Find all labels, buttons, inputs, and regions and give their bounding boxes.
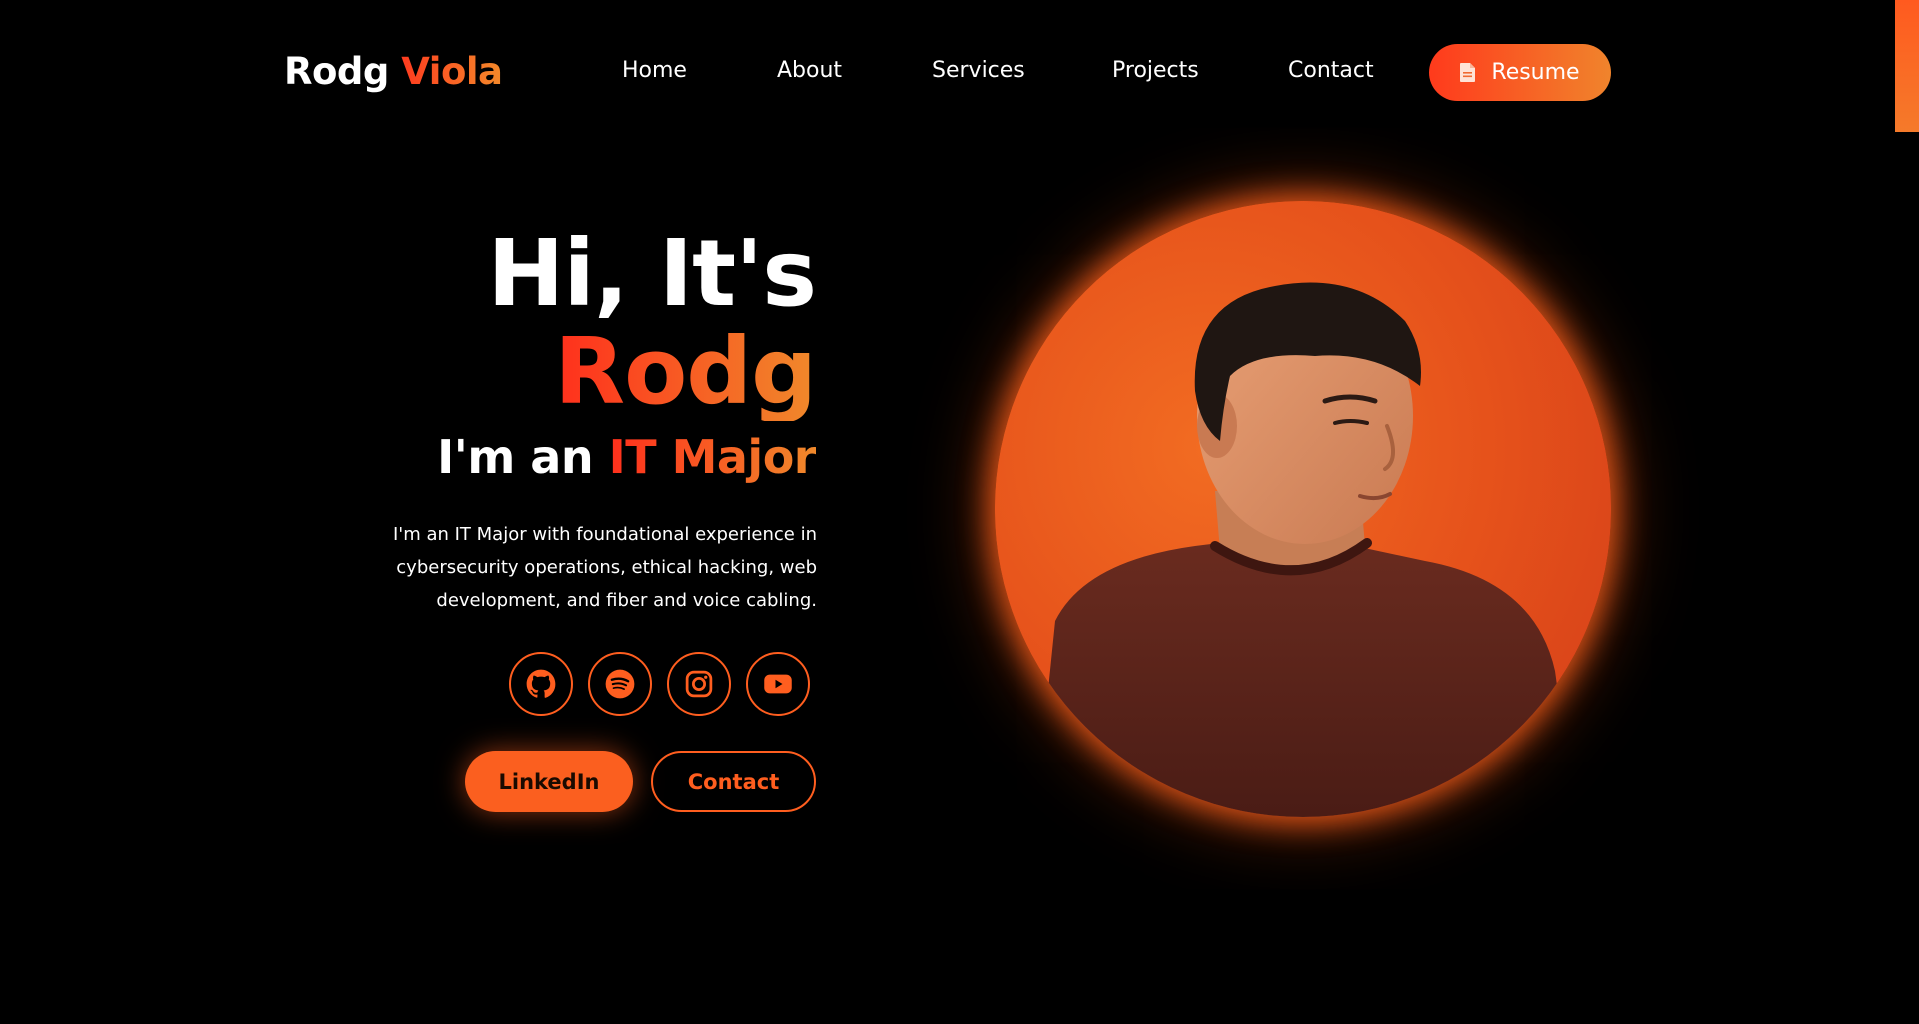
navbar: Rodg Viola Home About Services Projects … (0, 0, 1919, 145)
github-icon (526, 669, 556, 698)
hero-greeting: Hi, It's (487, 220, 817, 327)
youtube-icon (764, 674, 792, 694)
nav-item-contact[interactable]: Contact (1288, 56, 1374, 86)
hero-role-prefix: I'm an (437, 430, 594, 484)
nav-item-projects[interactable]: Projects (1112, 56, 1199, 86)
hero-role-accent: IT Major (608, 430, 817, 484)
hero-name: Rodg (554, 318, 817, 425)
side-scroll-indicator[interactable] (1895, 0, 1919, 132)
instagram-icon (685, 670, 713, 698)
github-link[interactable] (509, 652, 573, 716)
brand-first-name: Rodg (284, 50, 389, 93)
resume-label: Resume (1491, 60, 1580, 85)
social-links (509, 652, 810, 716)
hero-bio: I'm an IT Major with foundational experi… (392, 524, 817, 611)
nav-item-services[interactable]: Services (932, 56, 1025, 86)
linkedin-button[interactable]: LinkedIn (465, 751, 633, 812)
cta-buttons: LinkedIn Contact (465, 751, 816, 812)
resume-button[interactable]: Resume (1429, 44, 1611, 101)
contact-button[interactable]: Contact (651, 751, 816, 812)
document-icon (1460, 63, 1476, 82)
nav-item-home[interactable]: Home (622, 56, 687, 86)
brand-last-name: Viola (401, 50, 503, 93)
instagram-link[interactable] (667, 652, 731, 716)
portrait-illustration (995, 201, 1611, 817)
hero-role: I'm an IT Major (356, 427, 816, 487)
nav-item-about[interactable]: About (777, 56, 842, 86)
hero-heading: Hi, It's Rodg I'm an IT Major (356, 220, 817, 487)
brand-logo[interactable]: Rodg Viola (284, 49, 503, 95)
spotify-icon (605, 669, 635, 699)
profile-portrait (995, 201, 1611, 817)
spotify-link[interactable] (588, 652, 652, 716)
youtube-link[interactable] (746, 652, 810, 716)
